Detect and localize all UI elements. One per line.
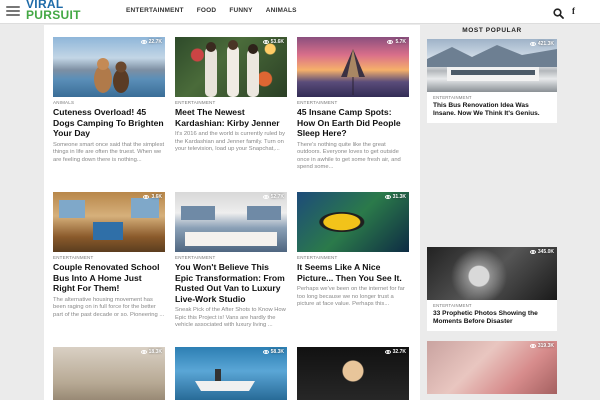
article-thumbnail[interactable]: 22.7K	[53, 37, 165, 97]
article-title[interactable]: 45 Insane Camp Spots: How On Earth Did P…	[297, 107, 409, 139]
article-grid: 22.7K ANIMALS Cuteness Overload! 45 Dogs…	[44, 25, 420, 400]
article-title[interactable]: Couple Renovated School Bus Into A Home …	[53, 262, 165, 294]
view-count: 3.6K	[143, 194, 162, 200]
nav-item-animals[interactable]: ANIMALS	[266, 7, 297, 14]
article-category[interactable]: ENTERTAINMENT	[175, 255, 287, 260]
eye-icon	[529, 42, 536, 46]
article-excerpt: Sneak Pick of the After Shots to Know Ho…	[175, 307, 286, 329]
article-card[interactable]: 5.7K ENTERTAINMENT 45 Insane Camp Spots:…	[297, 37, 409, 172]
main-nav: ENTERTAINMENT FOOD FUNNY ANIMALS	[126, 7, 297, 14]
view-count: 32.7K	[384, 349, 406, 355]
article-card[interactable]: 18.3K	[53, 347, 165, 400]
eye-icon	[262, 40, 269, 44]
view-count: 319.3K	[529, 343, 554, 349]
article-thumbnail[interactable]: 53.6K	[175, 37, 287, 97]
eye-icon	[384, 350, 391, 354]
menu-icon[interactable]	[6, 6, 20, 16]
view-count: 345.0K	[529, 249, 554, 255]
site-logo[interactable]: VIRAL PURSUIT	[26, 0, 81, 21]
article-card[interactable]: 31.3K ENTERTAINMENT It Seems Like A Nice…	[297, 192, 409, 309]
article-card[interactable]: 32.7K	[297, 347, 409, 400]
view-count: 31.3K	[384, 194, 406, 200]
article-thumbnail[interactable]: 31.3K	[297, 192, 409, 252]
article-thumbnail[interactable]: 18.3K	[53, 347, 165, 400]
view-count: 53.6K	[262, 39, 284, 45]
nav-item-entertainment[interactable]: ENTERTAINMENT	[126, 7, 184, 14]
article-card[interactable]: 22.7K ANIMALS Cuteness Overload! 45 Dogs…	[53, 37, 165, 164]
facebook-icon[interactable]: f	[572, 6, 575, 16]
article-thumbnail[interactable]: 52.7K	[175, 192, 287, 252]
article-card[interactable]: 52.7K ENTERTAINMENT You Won't Believe Th…	[175, 192, 287, 330]
eye-icon	[262, 350, 269, 354]
eye-icon	[387, 40, 394, 44]
view-count: 5.7K	[387, 39, 406, 45]
popular-thumbnail[interactable]: 345.0K	[427, 247, 557, 300]
article-category[interactable]: ENTERTAINMENT	[297, 100, 409, 105]
site-header: VIRAL PURSUIT ENTERTAINMENT FOOD FUNNY A…	[0, 0, 600, 24]
view-count: 22.7K	[140, 39, 162, 45]
popular-title[interactable]: 33 Prophetic Photos Showing the Moments …	[433, 310, 551, 326]
view-count: 421.3K	[529, 41, 554, 47]
article-category[interactable]: ENTERTAINMENT	[53, 255, 165, 260]
nav-item-food[interactable]: FOOD	[197, 7, 217, 14]
eye-icon	[529, 250, 536, 254]
eye-icon	[384, 195, 391, 199]
article-thumbnail[interactable]: 3.6K	[53, 192, 165, 252]
article-card[interactable]: 58.3K	[175, 347, 287, 400]
popular-category[interactable]: ENTERTAINMENT	[433, 95, 557, 100]
eye-icon	[140, 40, 147, 44]
eye-icon	[140, 350, 147, 354]
view-count: 52.7K	[262, 194, 284, 200]
article-excerpt: Perhaps we've been on the internet for f…	[297, 286, 405, 308]
logo-line2: PURSUIT	[26, 8, 81, 22]
sidebar: MOST POPULAR 421.3K ENTERTAINMENT This B…	[421, 25, 600, 400]
popular-category[interactable]: ENTERTAINMENT	[433, 303, 557, 308]
article-category[interactable]: ENTERTAINMENT	[297, 255, 409, 260]
article-excerpt: There's nothing quite like the great out…	[297, 141, 401, 171]
article-card[interactable]: 53.6K ENTERTAINMENT Meet The Newest Kard…	[175, 37, 287, 154]
search-icon[interactable]	[553, 6, 564, 19]
sidebar-heading: MOST POPULAR	[462, 27, 522, 34]
view-count: 18.3K	[140, 349, 162, 355]
article-title[interactable]: Cuteness Overload! 45 Dogs Camping To Br…	[53, 107, 165, 139]
eye-icon	[143, 195, 150, 199]
popular-item[interactable]: 421.3K ENTERTAINMENT This Bus Renovation…	[427, 39, 557, 123]
article-category[interactable]: ANIMALS	[53, 100, 165, 105]
eye-icon	[529, 344, 536, 348]
eye-icon	[262, 195, 269, 199]
article-title[interactable]: You Won't Believe This Epic Transformati…	[175, 262, 287, 304]
article-thumbnail[interactable]: 32.7K	[297, 347, 409, 400]
article-excerpt: The alternative housing movement has bee…	[53, 296, 165, 318]
popular-thumbnail[interactable]: 421.3K	[427, 39, 557, 92]
view-count: 58.3K	[262, 349, 284, 355]
article-title[interactable]: It Seems Like A Nice Picture... Then You…	[297, 262, 409, 283]
article-thumbnail[interactable]: 5.7K	[297, 37, 409, 97]
popular-item[interactable]: 319.3K	[427, 341, 557, 394]
article-card[interactable]: 3.6K ENTERTAINMENT Couple Renovated Scho…	[53, 192, 165, 319]
article-title[interactable]: Meet The Newest Kardashian: Kirby Jenner	[175, 107, 287, 128]
article-excerpt: Someone smart once said that the simples…	[53, 141, 165, 163]
article-thumbnail[interactable]: 58.3K	[175, 347, 287, 400]
article-category[interactable]: ENTERTAINMENT	[175, 100, 287, 105]
popular-item[interactable]: 345.0K ENTERTAINMENT 33 Prophetic Photos…	[427, 247, 557, 331]
nav-item-funny[interactable]: FUNNY	[229, 7, 252, 14]
popular-title[interactable]: This Bus Renovation Idea Was Insane. Now…	[433, 102, 551, 118]
article-excerpt: It's 2016 and the world is currently rul…	[175, 131, 286, 153]
popular-thumbnail[interactable]: 319.3K	[427, 341, 557, 394]
